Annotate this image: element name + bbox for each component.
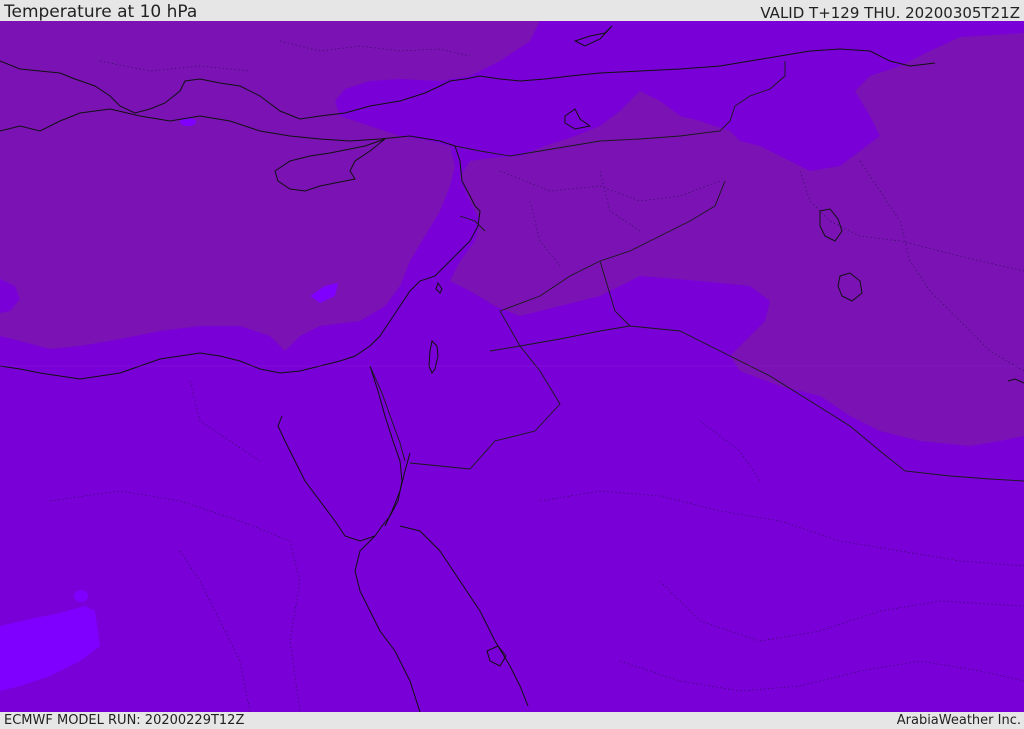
temperature-map bbox=[0, 21, 1024, 712]
header-bar: Temperature at 10 hPa VALID T+129 THU. 2… bbox=[0, 0, 1024, 22]
provider-label: ArabiaWeather Inc. bbox=[896, 713, 1021, 728]
map-svg bbox=[0, 21, 1024, 712]
temperature-patch bbox=[74, 590, 88, 602]
model-run-label: ECMWF MODEL RUN: 20200229T12Z bbox=[4, 713, 245, 728]
map-title: Temperature at 10 hPa bbox=[4, 2, 198, 22]
valid-time-label: VALID T+129 THU. 20200305T21Z bbox=[760, 4, 1020, 22]
footer-bar: ECMWF MODEL RUN: 20200229T12Z ArabiaWeat… bbox=[0, 712, 1024, 729]
forecast-map-frame: Temperature at 10 hPa VALID T+129 THU. 2… bbox=[0, 0, 1024, 729]
